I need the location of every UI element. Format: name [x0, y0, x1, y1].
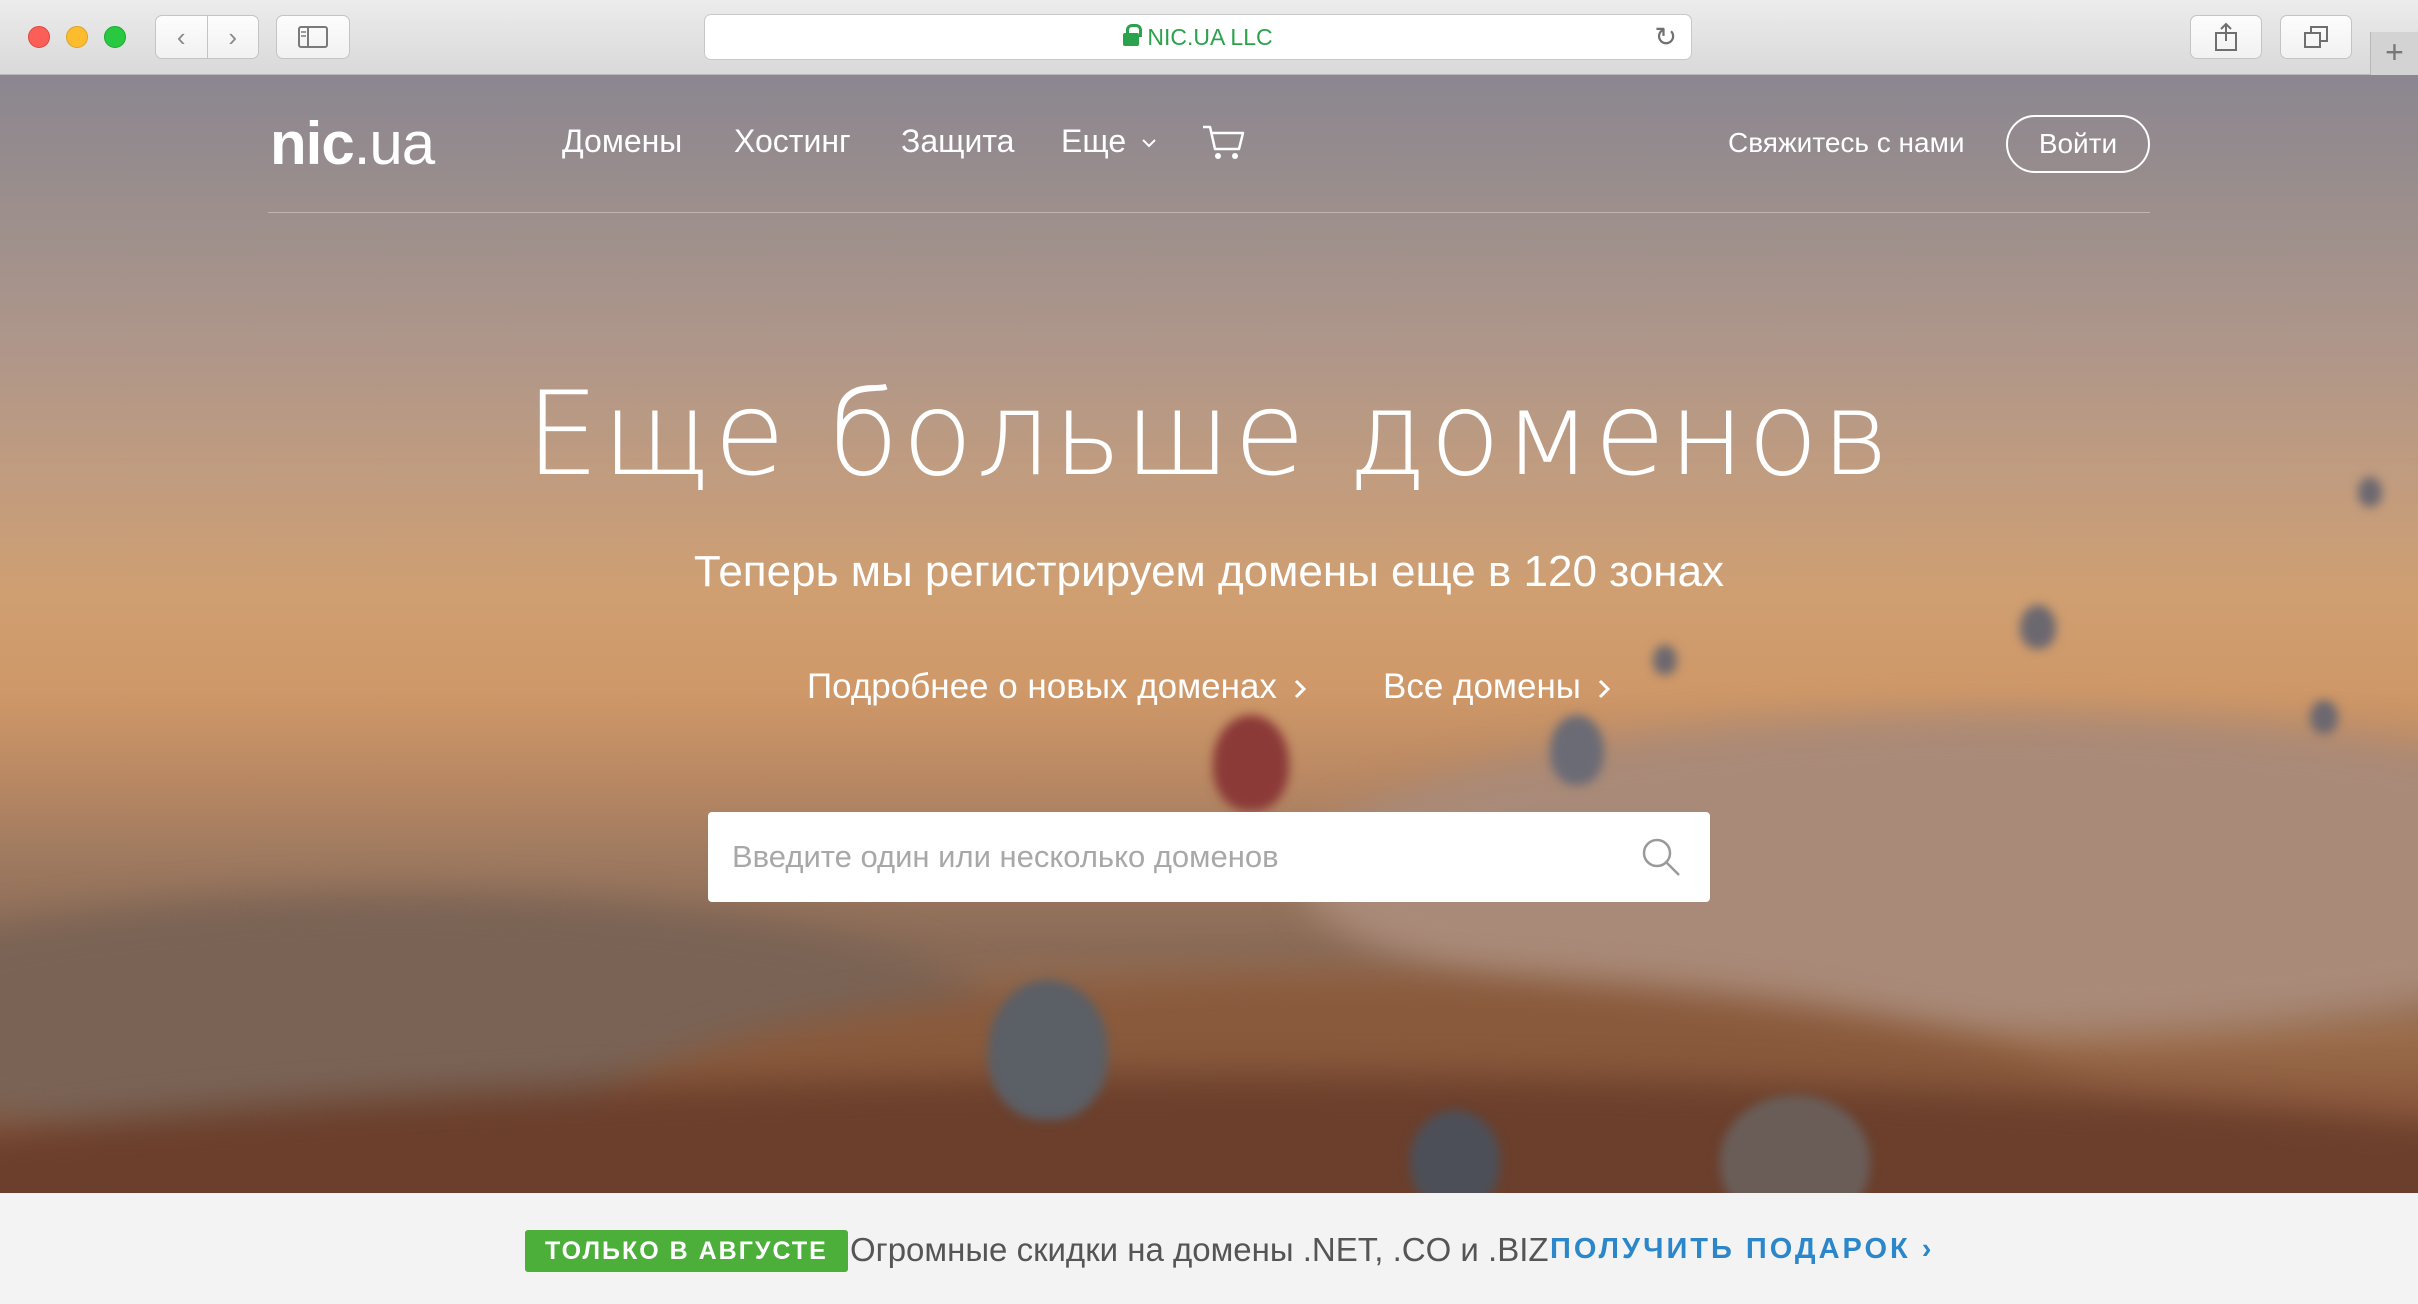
new-domains-link[interactable]: Подробнее о новых доменах	[807, 667, 1307, 707]
promo-banner: ТОЛЬКО В АВГУСТЕ Огромные скидки на доме…	[0, 1193, 2418, 1304]
all-domains-link[interactable]: Все домены	[1383, 667, 1611, 707]
promo-text: Огромные скидки на домены .NET, .CO и .B…	[850, 1231, 1549, 1268]
new-domains-link-label: Подробнее о новых доменах	[807, 667, 1277, 706]
chevron-right-icon	[1598, 679, 1610, 699]
contact-link[interactable]: Свяжитесь с нами	[1728, 127, 1964, 159]
get-gift-link[interactable]: ПОЛУЧИТЬ ПОДАРОК ›	[1550, 1233, 1934, 1266]
site-header: nic.ua Домены Хостинг Защита Еще Свяжите…	[268, 75, 2150, 213]
chevron-right-icon	[1294, 679, 1306, 699]
domain-search-box	[708, 812, 1710, 902]
nav-item-hosting[interactable]: Хостинг	[734, 123, 851, 160]
new-tab-button[interactable]: +	[2370, 32, 2418, 75]
address-bar[interactable]: NIC.UA LLC ↻	[704, 14, 1692, 60]
share-button[interactable]	[2190, 15, 2262, 59]
search-icon[interactable]	[1640, 836, 1682, 878]
get-gift-link-label: ПОЛУЧИТЬ ПОДАРОК	[1550, 1233, 1911, 1265]
nav-item-domains[interactable]: Домены	[562, 123, 682, 160]
reload-icon[interactable]: ↻	[1654, 15, 1677, 59]
zoom-window-button[interactable]	[104, 26, 126, 48]
tabs-icon	[2304, 26, 2328, 48]
sidebar-toggle-button[interactable]	[276, 15, 350, 59]
browser-toolbar: ‹ › NIC.UA LLC ↻ +	[0, 0, 2418, 75]
back-button[interactable]: ‹	[156, 16, 208, 58]
sidebar-icon	[298, 26, 328, 48]
history-nav-group: ‹ ›	[155, 15, 259, 59]
all-domains-link-label: Все домены	[1383, 667, 1581, 706]
cart-icon[interactable]	[1201, 123, 1245, 161]
chevron-down-icon	[1142, 139, 1156, 148]
logo-text-light: .ua	[353, 110, 435, 177]
logo-text-bold: nic	[270, 110, 355, 177]
address-text: NIC.UA LLC	[1147, 24, 1273, 50]
close-window-button[interactable]	[28, 26, 50, 48]
lock-icon	[1123, 24, 1143, 46]
nav-item-more[interactable]: Еще	[1061, 123, 1157, 160]
hero-section: nic.ua Домены Хостинг Защита Еще Свяжите…	[0, 75, 2418, 1193]
share-icon	[2215, 22, 2237, 51]
tabs-overview-button[interactable]	[2280, 15, 2352, 59]
forward-button[interactable]: ›	[208, 16, 259, 58]
promo-badge: ТОЛЬКО В АВГУСТЕ	[525, 1230, 848, 1272]
nav-item-protection[interactable]: Защита	[901, 123, 1014, 160]
domain-search-input[interactable]	[732, 812, 1612, 902]
hero-subtitle: Теперь мы регистрируем домены еще в 120 …	[693, 547, 1725, 596]
hero-title: Еще больше доменов	[525, 367, 1893, 502]
minimize-window-button[interactable]	[66, 26, 88, 48]
login-button[interactable]: Войти	[2006, 115, 2150, 173]
site-logo[interactable]: nic.ua	[270, 109, 435, 178]
nav-item-more-label: Еще	[1061, 123, 1127, 159]
